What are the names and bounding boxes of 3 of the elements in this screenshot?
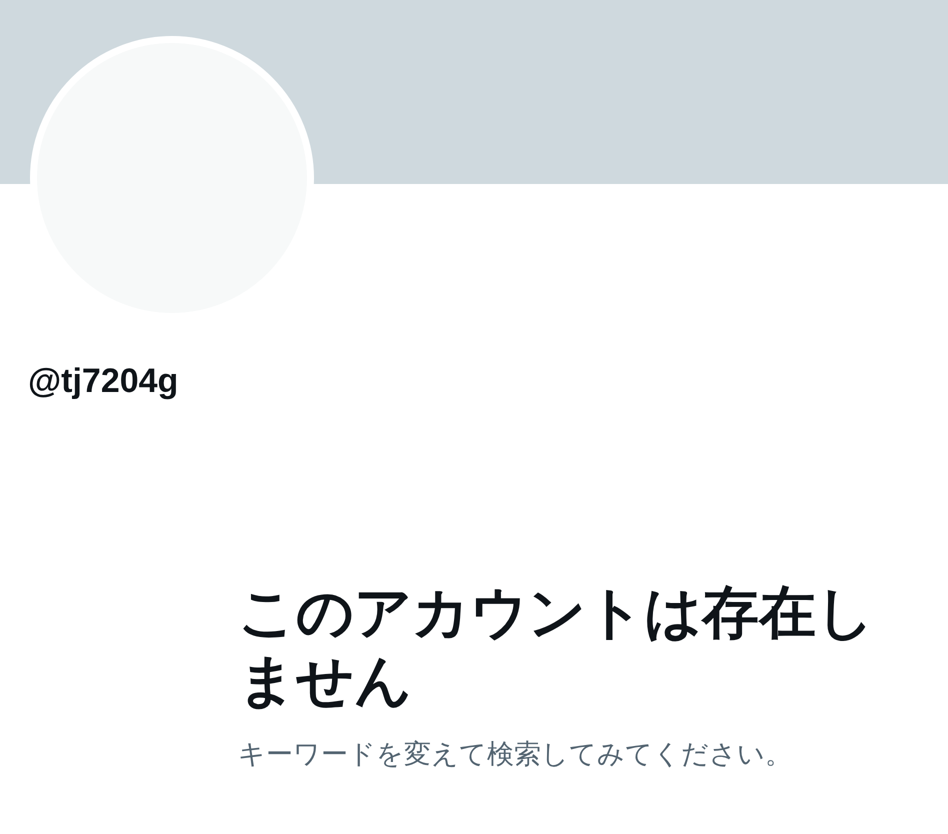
- error-title: このアカウントは存在しません: [238, 580, 875, 716]
- error-hint: キーワードを変えて検索してみてください。: [238, 738, 793, 771]
- profile-handle: @tj7204g: [28, 362, 178, 401]
